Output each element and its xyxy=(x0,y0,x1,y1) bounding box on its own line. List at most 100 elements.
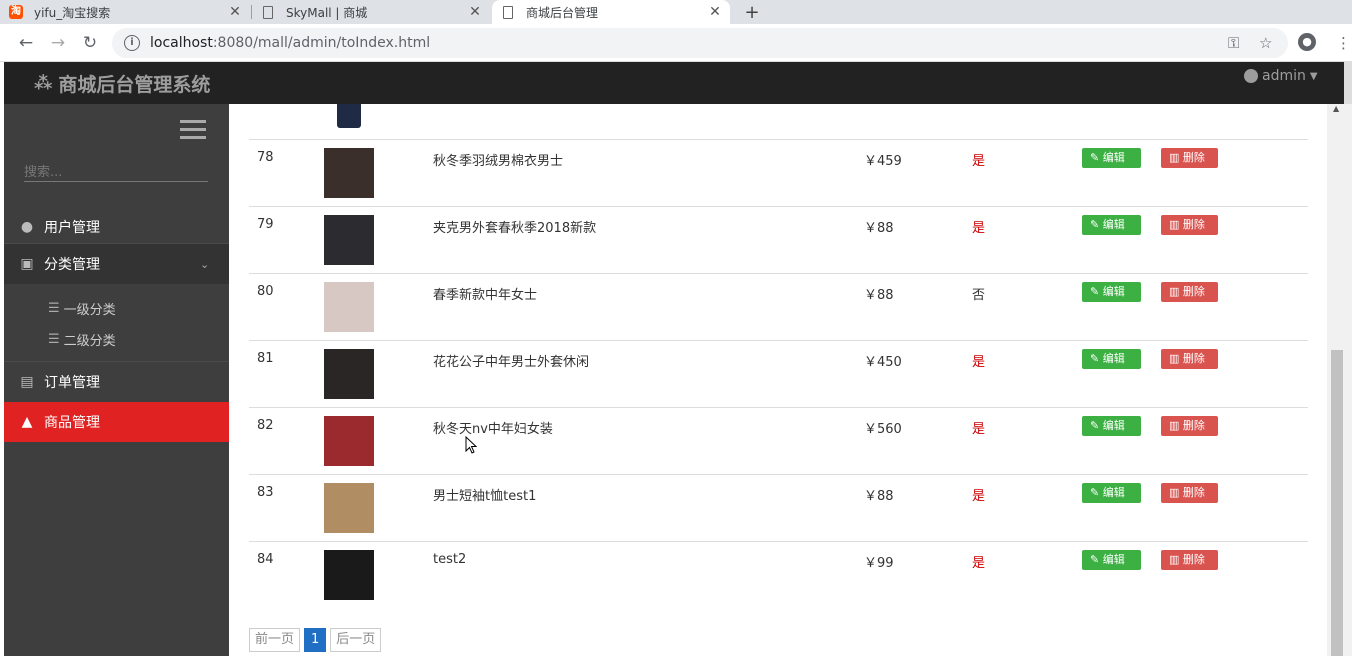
trash-icon: ▥ xyxy=(1169,285,1180,298)
back-icon[interactable]: ← xyxy=(16,33,36,53)
edit-button[interactable]: ✎ 编辑 xyxy=(1082,550,1141,570)
user-circle-icon xyxy=(1244,69,1258,83)
table-row: 80 春季新款中年女士 ￥88 否 ✎ 编辑 ▥ 删除 xyxy=(249,273,1308,340)
edit-icon: ✎ xyxy=(1090,285,1100,298)
edit-button[interactable]: ✎ 编辑 xyxy=(1082,483,1141,503)
product-price: ￥560 xyxy=(864,422,902,437)
sidebar-item-label: 分类管理 xyxy=(44,257,100,273)
chevron-down-icon: ⌄ xyxy=(200,257,210,271)
delete-label: 删除 xyxy=(1182,285,1205,298)
close-tab-icon[interactable]: ✕ xyxy=(466,4,484,20)
trash-icon: ▥ xyxy=(1169,553,1180,566)
new-tab-button[interactable]: + xyxy=(740,0,764,24)
site-title: 商城后台管理系统 xyxy=(58,74,211,96)
info-icon[interactable]: i xyxy=(124,35,140,51)
delete-button[interactable]: ▥ 删除 xyxy=(1161,483,1218,503)
tab-title: yifu_淘宝搜索 xyxy=(34,5,111,20)
table-row: 82 秋冬天nv中年妇女装 ￥560 是 ✎ 编辑 ▥ 删除 xyxy=(249,407,1308,474)
delete-button[interactable]: ▥ 删除 xyxy=(1161,416,1218,436)
close-tab-icon[interactable]: ✕ xyxy=(706,4,724,20)
edit-button[interactable]: ✎ 编辑 xyxy=(1082,215,1141,235)
table-row: 78 秋冬季羽绒男棉衣男士 ￥459 是 ✎ 编辑 ▥ 删除 xyxy=(249,139,1308,206)
close-tab-icon[interactable]: ✕ xyxy=(226,4,244,20)
prev-page-button[interactable]: 前一页 xyxy=(249,628,301,652)
sidebar-subitem-label: 一级分类 xyxy=(63,303,116,318)
sidebar-item-users[interactable]: ● 用户管理 xyxy=(4,208,229,246)
delete-label: 删除 xyxy=(1182,151,1205,164)
admin-header: ⁂ 商城后台管理系统 admin ▼ xyxy=(4,62,1352,104)
trash-icon: ▥ xyxy=(1169,419,1180,432)
product-price: ￥99 xyxy=(864,556,894,571)
mouse-cursor-icon xyxy=(465,436,477,454)
browser-tab-strip: 淘 yifu_淘宝搜索 ✕ SkyMall | 商城 ✕ 商城后台管理 ✕ + xyxy=(0,0,1352,24)
edit-button[interactable]: ✎ 编辑 xyxy=(1082,349,1141,369)
product-list-panel: 78 秋冬季羽绒男棉衣男士 ￥459 是 ✎ 编辑 ▥ 删除 79 夹克男外套春秋季2018新… xyxy=(229,104,1327,656)
sidebar-item-orders[interactable]: ▤ 订单管理 xyxy=(4,362,229,402)
browser-tab[interactable]: 淘 yifu_淘宝搜索 ✕ xyxy=(0,0,250,24)
sidebar-item-categories[interactable]: ▣ 分类管理 ⌄ xyxy=(4,244,229,284)
sidebar: 搜索... ● 用户管理 ▣ 分类管理 ⌄ ☰ 一级分类 ☰ 二级分类 ▤ 订单… xyxy=(4,104,229,656)
delete-button[interactable]: ▥ 删除 xyxy=(1161,215,1218,235)
sidebar-subitem-level1[interactable]: ☰ 一级分类 xyxy=(48,299,116,318)
user-dropdown[interactable]: admin ▼ xyxy=(1244,68,1318,84)
star-icon[interactable]: ☆ xyxy=(1259,34,1272,52)
product-name: 秋冬天nv中年妇女装 xyxy=(433,422,553,437)
delete-label: 删除 xyxy=(1182,218,1205,231)
scroll-up-arrow-icon[interactable]: ▲ xyxy=(1333,104,1339,113)
product-id: 80 xyxy=(257,284,274,299)
edit-icon: ✎ xyxy=(1090,352,1100,365)
product-price: ￥459 xyxy=(864,154,902,169)
product-id: 83 xyxy=(257,485,274,500)
tab-title: SkyMall | 商城 xyxy=(286,5,368,20)
edit-label: 编辑 xyxy=(1102,553,1125,566)
pagination: 前一页 1 后一页 xyxy=(249,628,385,652)
profile-icon[interactable]: ● xyxy=(1298,33,1316,51)
product-name: 夹克男外套春秋季2018新款 xyxy=(433,221,597,236)
edit-icon: ✎ xyxy=(1090,419,1100,432)
product-hot-flag: 否 xyxy=(972,288,986,303)
product-price: ￥88 xyxy=(864,489,894,504)
product-hot-flag: 是 xyxy=(972,422,986,437)
product-hot-flag: 是 xyxy=(972,154,986,169)
product-name: 花花公子中年男士外套休闲 xyxy=(433,355,590,370)
page-button-current[interactable]: 1 xyxy=(304,628,327,652)
url-field[interactable]: i localhost:8080/mall/admin/toIndex.html xyxy=(112,28,1288,58)
browser-tab-active[interactable]: 商城后台管理 ✕ xyxy=(492,0,730,24)
sidebar-search-input[interactable]: 搜索... xyxy=(24,158,208,182)
site-logo[interactable]: ⁂ 商城后台管理系统 xyxy=(34,70,210,97)
header-scrollbar[interactable] xyxy=(1344,62,1352,104)
reload-icon[interactable]: ↻ xyxy=(80,33,100,53)
delete-button[interactable]: ▥ 删除 xyxy=(1161,282,1218,302)
menu-dots-icon[interactable]: ⋮ xyxy=(1336,34,1351,52)
table-row: 83 男士短袖t恤test1 ￥88 是 ✎ 编辑 ▥ 删除 xyxy=(249,474,1308,541)
edit-button[interactable]: ✎ 编辑 xyxy=(1082,416,1141,436)
delete-button[interactable]: ▥ 删除 xyxy=(1161,148,1218,168)
edit-button[interactable]: ✎ 编辑 xyxy=(1082,282,1141,302)
edit-button[interactable]: ✎ 编辑 xyxy=(1082,148,1141,168)
scrollbar-thumb[interactable] xyxy=(1331,350,1343,656)
next-page-button[interactable]: 后一页 xyxy=(330,628,382,652)
user-circle-icon: ● xyxy=(20,219,34,235)
browser-tab[interactable]: SkyMall | 商城 ✕ xyxy=(252,0,490,24)
category-icon: ▣ xyxy=(20,256,34,272)
product-id: 78 xyxy=(257,150,274,165)
product-hot-flag: 是 xyxy=(972,355,986,370)
product-id: 84 xyxy=(257,552,274,567)
sidebar-item-products[interactable]: ▲ 商品管理 xyxy=(4,402,229,442)
delete-button[interactable]: ▥ 删除 xyxy=(1161,550,1218,570)
hamburger-menu-icon[interactable] xyxy=(180,120,206,142)
file-icon: ▤ xyxy=(20,374,34,390)
product-thumbnail xyxy=(324,148,374,198)
trash-icon: ▥ xyxy=(1169,352,1180,365)
sidebar-item-label: 订单管理 xyxy=(44,375,100,391)
shopping-bag-icon: ▲ xyxy=(21,414,33,430)
key-icon[interactable]: ⚿ xyxy=(1228,34,1239,52)
product-thumbnail xyxy=(324,483,374,533)
sidebar-subitem-level2[interactable]: ☰ 二级分类 xyxy=(48,330,116,349)
delete-button[interactable]: ▥ 删除 xyxy=(1161,349,1218,369)
forward-icon[interactable]: → xyxy=(48,33,68,53)
product-thumbnail xyxy=(324,550,374,600)
page-icon xyxy=(260,4,276,20)
product-price: ￥88 xyxy=(864,221,894,236)
caret-down-icon: ▼ xyxy=(1309,70,1318,82)
